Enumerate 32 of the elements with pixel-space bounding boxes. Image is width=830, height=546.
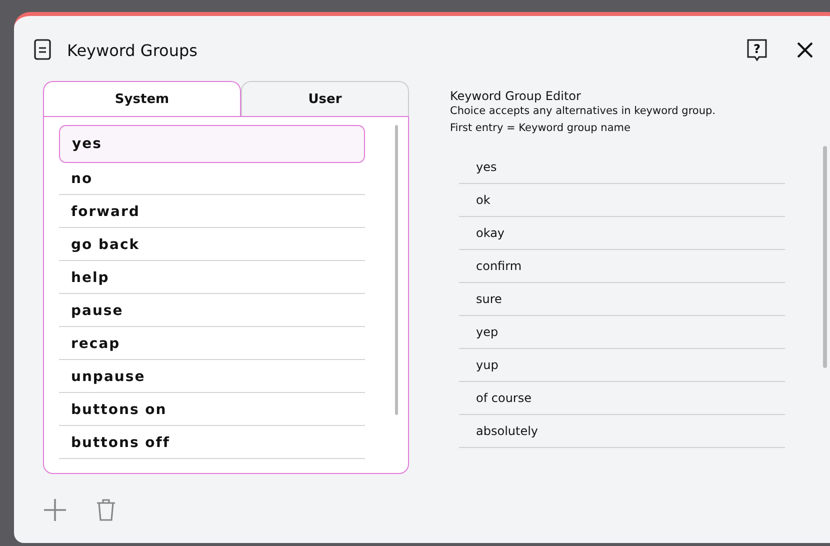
list-item[interactable]: forward bbox=[59, 196, 365, 228]
list-item[interactable]: unpause bbox=[59, 361, 365, 393]
keyword-entry[interactable]: of course bbox=[459, 382, 785, 415]
description-text: First entry = Keyword group name bbox=[450, 121, 632, 136]
description-text: Choice accepts any alternatives in keyword group. bbox=[450, 104, 717, 119]
list-item[interactable]: buttons on bbox=[59, 394, 365, 426]
keyword-entry[interactable]: okay bbox=[459, 217, 785, 250]
help-icon[interactable]: ? bbox=[746, 38, 768, 62]
keyword-entry[interactable]: sure bbox=[459, 283, 785, 316]
keyword-entry[interactable]: confirm bbox=[459, 250, 785, 283]
keyword-entry[interactable]: absolutely bbox=[459, 415, 785, 448]
list-item[interactable]: buttons off bbox=[59, 427, 365, 459]
scrollbar[interactable] bbox=[823, 146, 827, 368]
document-icon bbox=[34, 39, 52, 61]
editor-title: Keyword Group Editor bbox=[450, 89, 582, 103]
keyword-entry[interactable]: ok bbox=[459, 184, 785, 217]
list-item[interactable]: pause bbox=[59, 295, 365, 327]
list-item[interactable]: yes bbox=[59, 125, 365, 163]
list-item[interactable]: no bbox=[59, 163, 365, 195]
tab[interactable]: System bbox=[43, 81, 241, 116]
tab[interactable]: User bbox=[241, 81, 409, 116]
keyword-entry[interactable]: yes bbox=[459, 151, 785, 184]
keyword-entry[interactable]: yep bbox=[459, 316, 785, 349]
window-title: Keyword Groups bbox=[67, 40, 198, 60]
add-icon[interactable] bbox=[42, 497, 68, 523]
scrollbar[interactable] bbox=[395, 125, 398, 415]
list-item[interactable]: go back bbox=[59, 229, 365, 261]
list-item[interactable]: help bbox=[59, 262, 365, 294]
trash-icon[interactable] bbox=[96, 498, 116, 522]
close-icon[interactable] bbox=[796, 41, 814, 59]
keyword-entry[interactable]: yup bbox=[459, 349, 785, 382]
list-item[interactable]: recap bbox=[59, 328, 365, 360]
